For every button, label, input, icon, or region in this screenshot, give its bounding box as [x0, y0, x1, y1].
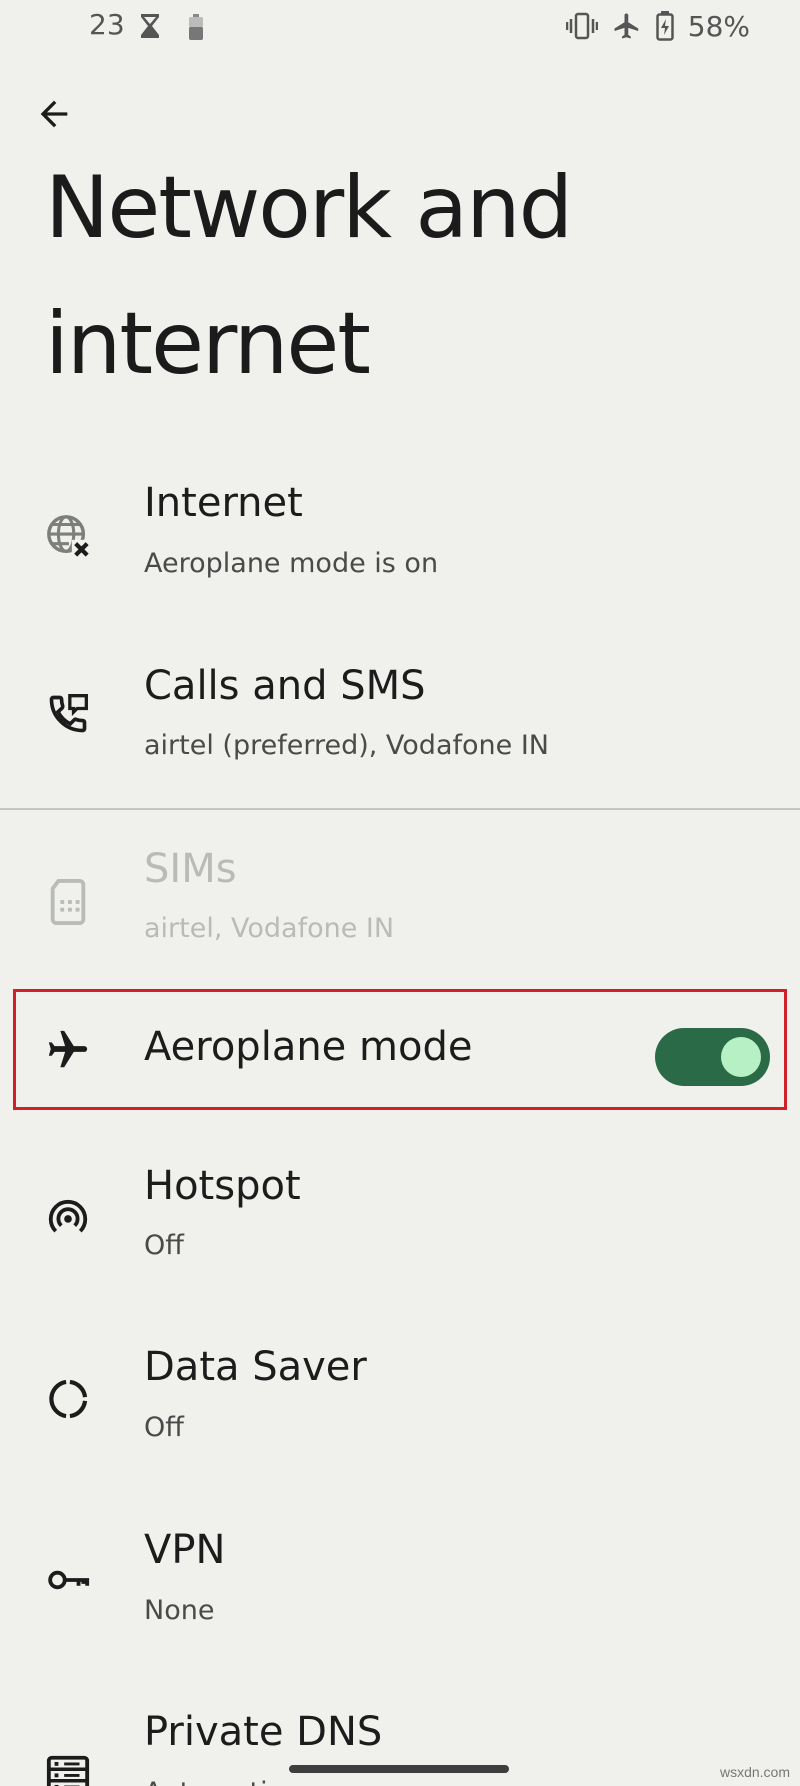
vibrate-icon — [565, 12, 598, 40]
sims-subtitle: airtel, Vodafone IN — [144, 913, 395, 944]
phone-sms-icon — [44, 690, 92, 738]
data-saver-subtitle: Off — [144, 1412, 184, 1443]
home-indicator[interactable] — [289, 1765, 509, 1773]
aeroplane-mode-toggle[interactable] — [655, 1028, 770, 1086]
section-divider — [0, 808, 800, 810]
arrow-back-icon — [40, 100, 68, 128]
data-saver-item[interactable]: Data Saver Off — [0, 1342, 800, 1472]
dns-icon — [44, 1751, 92, 1786]
sims-item[interactable]: SIMs airtel, Vodafone IN — [0, 838, 800, 968]
page-title: Network and internet — [45, 158, 573, 394]
aeroplane-mode-title: Aeroplane mode — [144, 1024, 473, 1070]
sim-card-icon — [44, 878, 92, 926]
status-bar: 23 58% — [0, 0, 800, 52]
toggle-knob — [721, 1037, 761, 1077]
airplane-icon — [44, 1026, 92, 1074]
airplane-icon — [614, 13, 639, 39]
hotspot-subtitle: Off — [144, 1230, 184, 1261]
internet-title: Internet — [144, 480, 303, 526]
status-icons: 58% — [565, 8, 750, 44]
battery-percent: 58% — [687, 9, 750, 43]
vpn-item[interactable]: VPN None — [0, 1525, 800, 1655]
battery-charging-icon — [656, 11, 674, 41]
vpn-title: VPN — [144, 1527, 226, 1573]
calls-sms-item[interactable]: Calls and SMS airtel (preferred), Vodafo… — [0, 655, 800, 785]
internet-subtitle: Aeroplane mode is on — [144, 548, 439, 579]
hotspot-item[interactable]: Hotspot Off — [0, 1160, 800, 1290]
calls-sms-title: Calls and SMS — [144, 663, 426, 709]
status-time: 23 — [89, 8, 125, 41]
private-dns-item[interactable]: Private DNS Automatic — [0, 1707, 800, 1786]
private-dns-subtitle: Automatic — [144, 1777, 282, 1786]
data-saver-title: Data Saver — [144, 1344, 367, 1390]
sims-title: SIMs — [144, 846, 237, 892]
hourglass-icon — [141, 14, 159, 38]
hotspot-icon — [44, 1193, 92, 1241]
hotspot-title: Hotspot — [144, 1163, 301, 1209]
back-button[interactable] — [30, 90, 78, 138]
internet-item[interactable]: Internet Aeroplane mode is on — [0, 470, 800, 600]
data-saver-icon — [44, 1375, 92, 1423]
calls-sms-subtitle: airtel (preferred), Vodafone IN — [144, 730, 549, 761]
battery-small-icon — [189, 14, 203, 40]
key-icon — [44, 1556, 92, 1604]
watermark: wsxdn.com — [719, 1764, 790, 1780]
private-dns-title: Private DNS — [144, 1709, 383, 1755]
vpn-subtitle: None — [144, 1595, 215, 1626]
globe-off-icon — [44, 512, 92, 560]
